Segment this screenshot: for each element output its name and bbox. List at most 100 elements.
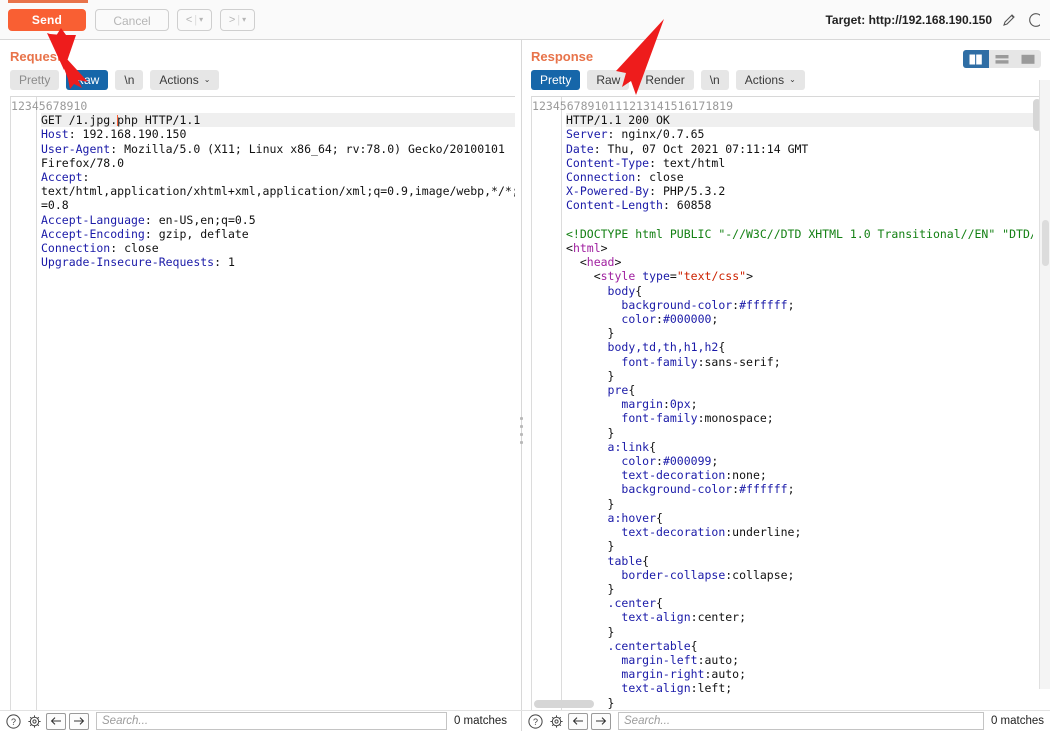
chevron-left-icon: < xyxy=(186,14,192,26)
response-line-14c: font-family:monospace; xyxy=(566,411,1042,425)
response-line-11: <style type="text/css"> xyxy=(566,269,1042,283)
response-line-19d: text-align:left; xyxy=(566,681,1042,695)
response-code-area[interactable]: HTTP/1.1 200 OKServer: nginx/0.7.65Date:… xyxy=(562,97,1042,710)
button-divider: | xyxy=(237,14,240,26)
request-line-6: Accept-Encoding: gzip, deflate xyxy=(41,227,515,241)
response-line-5: Connection: close xyxy=(566,170,1042,184)
response-line-17c: } xyxy=(566,582,1042,596)
response-line-14d: } xyxy=(566,426,1042,440)
request-line-7: Connection: close xyxy=(41,241,515,255)
help-icon[interactable]: ? xyxy=(526,712,544,730)
tab-response-render[interactable]: Render xyxy=(636,70,693,90)
response-line-12: body{ xyxy=(566,284,1042,298)
response-actions-menu[interactable]: Actions ⌄ xyxy=(736,70,805,90)
request-editor[interactable]: 12345678910 GET /1.jpg.php HTTP/1.1Host:… xyxy=(10,96,515,710)
request-pane: Request Pretty Raw \n Actions ⌄ 12345678… xyxy=(0,40,522,710)
response-line-19: .centertable{ xyxy=(566,639,1042,653)
repeater-toolbar: Send Cancel < | ▾ > | ▾ Target: http://1… xyxy=(0,0,1050,40)
search-next-button[interactable] xyxy=(591,713,611,730)
response-line-14: pre{ xyxy=(566,383,1042,397)
response-line-16: a:hover{ xyxy=(566,511,1042,525)
response-line-16b: text-decoration:underline; xyxy=(566,525,1042,539)
window-vertical-scrollbar-thumb[interactable] xyxy=(1042,220,1049,266)
response-horizontal-scrollbar[interactable] xyxy=(534,700,1032,708)
response-line-19b: margin-left:auto; xyxy=(566,653,1042,667)
response-line-15: a:link{ xyxy=(566,440,1042,454)
request-actions-menu[interactable]: Actions ⌄ xyxy=(150,70,219,90)
button-divider: | xyxy=(194,14,197,26)
request-line-8: Upgrade-Insecure-Requests: 1 xyxy=(41,255,515,269)
response-editor[interactable]: 12345678910111213141516171819 HTTP/1.1 2… xyxy=(531,96,1042,710)
request-line-3: User-Agent: Mozilla/5.0 (X11; Linux x86_… xyxy=(41,142,515,156)
response-line-18c: } xyxy=(566,625,1042,639)
tab-request-raw[interactable]: Raw xyxy=(66,70,108,90)
chevron-right-icon: > xyxy=(229,14,235,26)
tab-request-pretty[interactable]: Pretty xyxy=(10,70,59,90)
response-line-15d: background-color:#ffffff; xyxy=(566,482,1042,496)
pencil-icon[interactable] xyxy=(1001,12,1017,28)
request-line-10 xyxy=(41,284,515,298)
layout-split-vertical-button[interactable] xyxy=(963,50,989,68)
help-circle-icon[interactable] xyxy=(1026,12,1040,28)
response-line-15b: color:#000099; xyxy=(566,454,1042,468)
request-code-area[interactable]: GET /1.jpg.php HTTP/1.1Host: 192.168.190… xyxy=(37,97,515,710)
cancel-button[interactable]: Cancel xyxy=(95,9,169,31)
forward-button[interactable]: > | ▾ xyxy=(220,9,255,31)
request-line-5: Accept-Language: en-US,en;q=0.5 xyxy=(41,213,515,227)
response-line-9: <!DOCTYPE html PUBLIC "-//W3C//DTD XHTML… xyxy=(566,227,1042,241)
response-search-input[interactable]: Search... xyxy=(618,712,984,730)
response-line-18b: text-align:center; xyxy=(566,610,1042,624)
tab-response-raw[interactable]: Raw xyxy=(587,70,629,90)
request-tabstrip: Pretty Raw \n Actions ⌄ xyxy=(0,68,521,96)
response-line-3: Date: Thu, 07 Oct 2021 07:11:14 GMT xyxy=(566,142,1042,156)
response-layout-buttons xyxy=(963,50,1041,68)
response-line-15c: text-decoration:none; xyxy=(566,468,1042,482)
request-status-bar: ? Search... 0 matches xyxy=(0,711,522,731)
request-response-split: Request Pretty Raw \n Actions ⌄ 12345678… xyxy=(0,40,1050,710)
help-icon[interactable]: ? xyxy=(4,712,22,730)
layout-single-pane-button[interactable] xyxy=(1015,50,1041,68)
target-label: Target: http://192.168.190.150 xyxy=(825,13,992,27)
tab-request-newline[interactable]: \n xyxy=(115,70,143,90)
response-pane: Response xyxy=(522,40,1050,710)
response-line-head: <head> xyxy=(566,255,1042,269)
tab-response-pretty[interactable]: Pretty xyxy=(531,70,580,90)
request-search-input[interactable]: Search... xyxy=(96,712,447,730)
tab-response-newline[interactable]: \n xyxy=(701,70,729,90)
window-vertical-scrollbar[interactable] xyxy=(1039,80,1050,689)
response-horizontal-scrollbar-thumb[interactable] xyxy=(534,700,594,708)
request-line-4: Accept: xyxy=(41,170,515,184)
response-line-7: Content-Length: 60858 xyxy=(566,198,1042,212)
back-button[interactable]: < | ▾ xyxy=(177,9,212,31)
gear-icon[interactable] xyxy=(547,712,565,730)
response-line-10: <html> xyxy=(566,241,1042,255)
text-cursor xyxy=(117,115,118,126)
response-line-19c: margin-right:auto; xyxy=(566,667,1042,681)
chevron-down-icon: ▾ xyxy=(199,15,203,24)
chevron-down-icon: ▾ xyxy=(242,15,246,24)
search-next-button[interactable] xyxy=(69,713,89,730)
layout-split-horizontal-button[interactable] xyxy=(989,50,1015,68)
response-tabstrip: Pretty Raw Render \n Actions ⌄ xyxy=(522,68,1050,96)
response-line-6: X-Powered-By: PHP/5.3.2 xyxy=(566,184,1042,198)
response-actions-label: Actions xyxy=(745,73,784,87)
status-bar-row: ? Search... 0 matches xyxy=(0,710,1050,731)
response-line-18: .center{ xyxy=(566,596,1042,610)
active-tab-accent-bar xyxy=(8,0,88,3)
pane-splitter-handle[interactable] xyxy=(516,370,526,490)
svg-text:?: ? xyxy=(10,717,15,727)
response-line-12c: color:#000000; xyxy=(566,312,1042,326)
request-line-4-wrap-b: =0.8 xyxy=(41,198,515,212)
request-actions-label: Actions xyxy=(159,73,198,87)
search-prev-button[interactable] xyxy=(46,713,66,730)
response-line-15e: } xyxy=(566,497,1042,511)
search-prev-button[interactable] xyxy=(568,713,588,730)
gear-icon[interactable] xyxy=(25,712,43,730)
svg-text:?: ? xyxy=(532,717,537,727)
send-button[interactable]: Send xyxy=(8,9,86,31)
request-line-2: Host: 192.168.190.150 xyxy=(41,127,515,141)
response-status-bar: ? Search... 0 matches xyxy=(522,711,1050,731)
request-line-9 xyxy=(41,269,515,283)
response-line-12d: } xyxy=(566,326,1042,340)
response-line-16c: } xyxy=(566,539,1042,553)
